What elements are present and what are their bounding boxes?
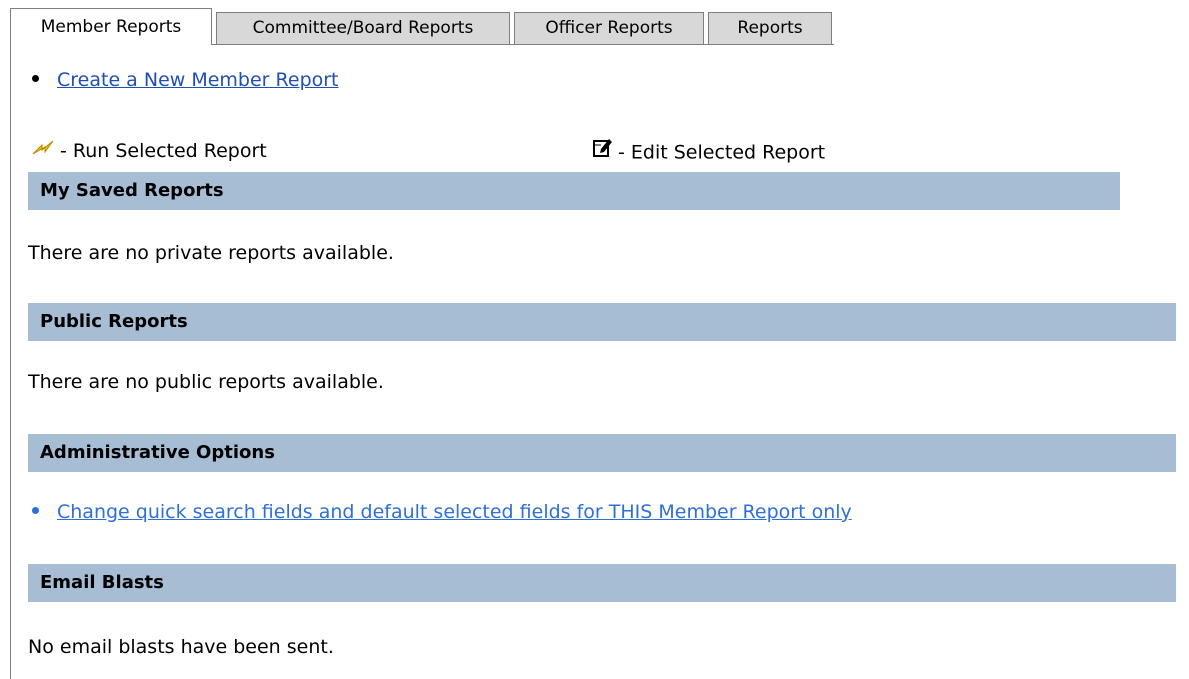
public-reports-header: Public Reports (28, 303, 1176, 341)
content-border (10, 45, 11, 679)
edit-legend: - Edit Selected Report (592, 139, 825, 167)
bullet-icon (32, 75, 39, 82)
tab-officer-reports[interactable]: Officer Reports (514, 12, 704, 44)
administrative-options-header: Administrative Options (28, 434, 1176, 472)
run-legend: - Run Selected Report (32, 139, 267, 164)
change-quick-search-fields-link[interactable]: Change quick search fields and default s… (57, 501, 852, 523)
edit-note-icon (592, 137, 614, 165)
admin-option-item: Change quick search fields and default s… (32, 501, 852, 523)
report-tabs: Member Reports Committee/Board Reports O… (10, 8, 1180, 45)
tab-member-reports[interactable]: Member Reports (10, 8, 212, 45)
my-saved-reports-header: My Saved Reports (28, 172, 1120, 210)
tab-committee-board-reports[interactable]: Committee/Board Reports (216, 12, 510, 44)
run-legend-label: - Run Selected Report (60, 140, 267, 162)
edit-legend-label: - Edit Selected Report (618, 141, 826, 164)
no-public-reports-message: There are no public reports available. (28, 371, 384, 393)
tab-reports[interactable]: Reports (708, 12, 832, 44)
no-private-reports-message: There are no private reports available. (28, 242, 394, 264)
report-page: Member Reports Committee/Board Reports O… (0, 0, 1189, 679)
create-new-member-report-link[interactable]: Create a New Member Report (57, 69, 339, 91)
create-report-item: Create a New Member Report (32, 69, 339, 91)
no-email-blasts-message: No email blasts have been sent. (28, 636, 334, 658)
email-blasts-header: Email Blasts (28, 564, 1176, 602)
bullet-icon (32, 507, 39, 514)
tab-divider (212, 44, 834, 45)
run-lightning-icon (32, 138, 56, 162)
